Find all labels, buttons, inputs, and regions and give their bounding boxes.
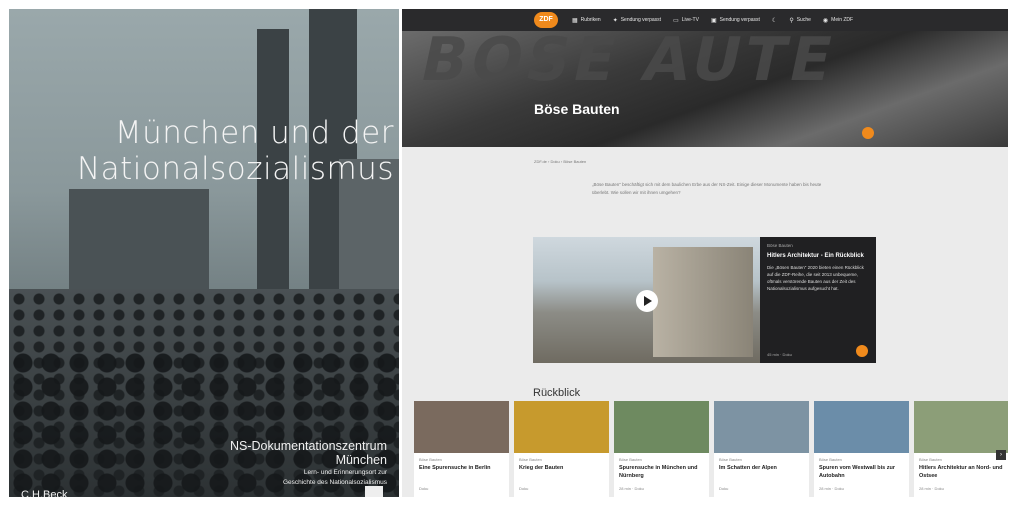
zdf-webpage: ZDF ▦ Rubriken ✦ Sendung verpasst ▭ Live-TV… (402, 9, 1008, 497)
intro-text: „Böse Bauten" beschäftigt sich mit dem b… (592, 182, 822, 195)
nav-label: Live-TV (681, 17, 699, 23)
breadcrumb[interactable]: ZDF.de › Doku › Böse Bauten (534, 159, 586, 164)
publisher-name: C.H.Beck (21, 489, 68, 497)
card-title: Krieg der Bauten (519, 465, 564, 471)
cover-title-line1: München und der (114, 115, 394, 151)
card-title: Eine Spurensuche in Berlin (419, 465, 491, 471)
card-thumbnail (914, 401, 1008, 453)
card-thumbnail (514, 401, 609, 453)
feature-meta: 45 min · Doku (767, 352, 792, 357)
section-title: Rückblick (533, 387, 581, 399)
nav-label: Suche (796, 17, 811, 23)
cover-institution: NS-Dokumentationszentrum München Lern- u… (230, 439, 387, 487)
card-meta: 28 min · Doku (819, 486, 844, 491)
nav-verpasst[interactable]: ▣ Sendung verpasst (711, 17, 760, 24)
feature-title[interactable]: Hitlers Architektur - Ein Rückblick (767, 252, 871, 260)
card-row: Böse Bauten Eine Spurensuche in Berlin D… (414, 401, 1008, 497)
feature-description: Die „Bösen Bauten" 2020 bieten einen Rüc… (767, 265, 864, 291)
card-kicker: Böse Bauten (419, 457, 442, 462)
hero-banner: BOSE AUTE Böse Bauten (402, 31, 1008, 147)
institution-subtitle-2: Geschichte des Nationalsozialismus (282, 479, 387, 486)
institution-subtitle-1: Lern- und Erinnerungsort zur (303, 469, 387, 476)
teaser-card[interactable]: Böse Bauten Eine Spurensuche in Berlin D… (414, 401, 509, 497)
hero-image: BOSE AUTE (414, 31, 843, 95)
nav-search[interactable]: ⚲ Suche (789, 17, 811, 24)
grid-icon: ▦ (572, 17, 578, 24)
card-title: Spuren vom Westwall bis zur Autobahn (819, 465, 895, 479)
play-button[interactable] (636, 290, 658, 312)
card-kicker: Böse Bauten (619, 457, 642, 462)
tv-icon: ▭ (673, 17, 679, 24)
zdf-logo[interactable]: ZDF (534, 12, 558, 28)
card-thumbnail (614, 401, 709, 453)
book-cover: München und der Nationalsozialismus NS-D… (9, 9, 399, 497)
card-title: Hitlers Architektur an Nord- und Ostsee (919, 465, 1003, 479)
nav-rubriken[interactable]: ▦ Rubriken (572, 17, 601, 24)
user-icon: ◉ (822, 17, 829, 24)
nav-sendung[interactable]: ✦ Sendung verpasst (613, 17, 661, 24)
card-meta: Doku (519, 486, 529, 491)
hero-add-button[interactable] (862, 127, 874, 139)
feature-info: Böse Bauten Hitlers Architektur - Ein Rü… (767, 243, 871, 292)
bulb-icon: ✦ (612, 17, 618, 24)
cover-building-left (69, 189, 209, 289)
nav-label: Sendung verpasst (719, 17, 760, 23)
card-kicker: Böse Bauten (519, 457, 542, 462)
cover-title: München und der Nationalsozialismus (19, 115, 394, 187)
moon-icon: ☾ (771, 17, 778, 24)
card-title: Spurensuche in München und Nürnberg (619, 465, 698, 479)
institution-name: NS-Dokumentationszentrum (229, 439, 387, 453)
publisher-logo (365, 486, 383, 497)
card-thumbnail (814, 401, 909, 453)
card-thumbnail (714, 401, 809, 453)
card-title: Im Schatten der Alpen (719, 465, 777, 471)
card-meta: Doku (419, 486, 429, 491)
institution-city: München (335, 453, 387, 467)
nav-label: Mein ZDF (831, 17, 854, 23)
hero-title: Böse Bauten (534, 101, 620, 117)
nav-mein-zdf[interactable]: ◉ Mein ZDF (823, 17, 853, 24)
nav-items: ▦ Rubriken ✦ Sendung verpasst ▭ Live-TV ▣ Se… (572, 9, 853, 31)
calendar-icon: ▣ (710, 17, 717, 24)
feature-teaser[interactable]: Böse Bauten Hitlers Architektur - Ein Rü… (533, 237, 876, 363)
top-navigation: ZDF ▦ Rubriken ✦ Sendung verpasst ▭ Live-TV… (402, 9, 1008, 31)
composite-image: München und der Nationalsozialismus NS-D… (0, 0, 1011, 506)
card-kicker: Böse Bauten (919, 457, 942, 462)
teaser-card[interactable]: Böse Bauten Spurensuche in München und N… (614, 401, 709, 497)
cover-title-line2: Nationalsozialismus (76, 151, 394, 187)
card-kicker: Böse Bauten (819, 457, 842, 462)
nav-live-tv[interactable]: ▭ Live-TV (673, 17, 699, 24)
teaser-card[interactable]: Böse Bauten Spuren vom Westwall bis zur … (814, 401, 909, 497)
play-icon (644, 296, 652, 306)
carousel-next-arrow[interactable]: › (996, 450, 1006, 460)
card-thumbnail (414, 401, 509, 453)
nav-dark-mode[interactable]: ☾ (772, 17, 777, 24)
card-meta: Doku (719, 486, 729, 491)
feature-kicker: Böse Bauten (767, 243, 793, 248)
nav-label: Sendung verpasst (620, 17, 662, 23)
teaser-card[interactable]: Böse Bauten Im Schatten der Alpen Doku (714, 401, 809, 497)
nav-label: Rubriken (580, 17, 601, 23)
card-kicker: Böse Bauten (719, 457, 742, 462)
card-meta: 28 min · Doku (619, 486, 644, 491)
search-icon: ⚲ (789, 17, 794, 24)
feature-building (653, 247, 753, 357)
feature-add-button[interactable] (856, 345, 868, 357)
card-meta: 28 min · Doku (919, 486, 944, 491)
teaser-card[interactable]: Böse Bauten Hitlers Architektur an Nord-… (914, 401, 1008, 497)
teaser-card[interactable]: Böse Bauten Krieg der Bauten Doku (514, 401, 609, 497)
